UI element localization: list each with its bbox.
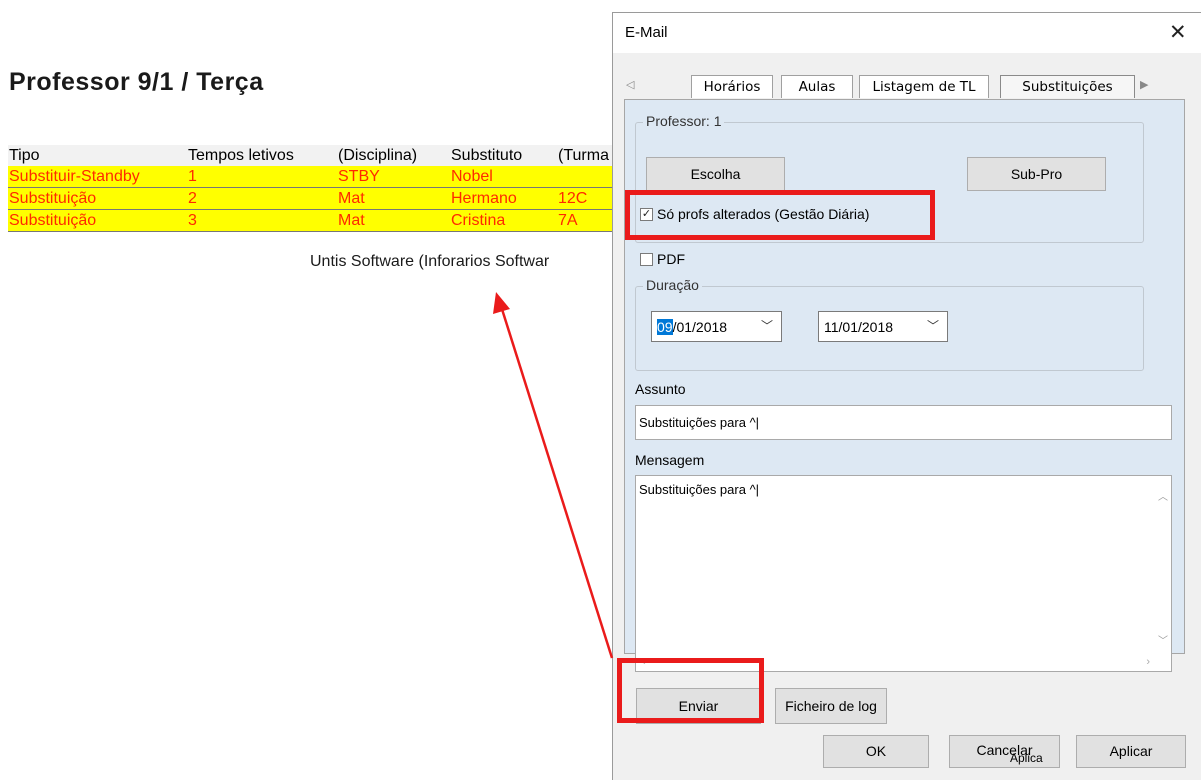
- annotation-arrowhead: [493, 292, 510, 314]
- annotation-arrow-layer: [493, 292, 614, 659]
- annotation-arrow-line: [499, 305, 614, 659]
